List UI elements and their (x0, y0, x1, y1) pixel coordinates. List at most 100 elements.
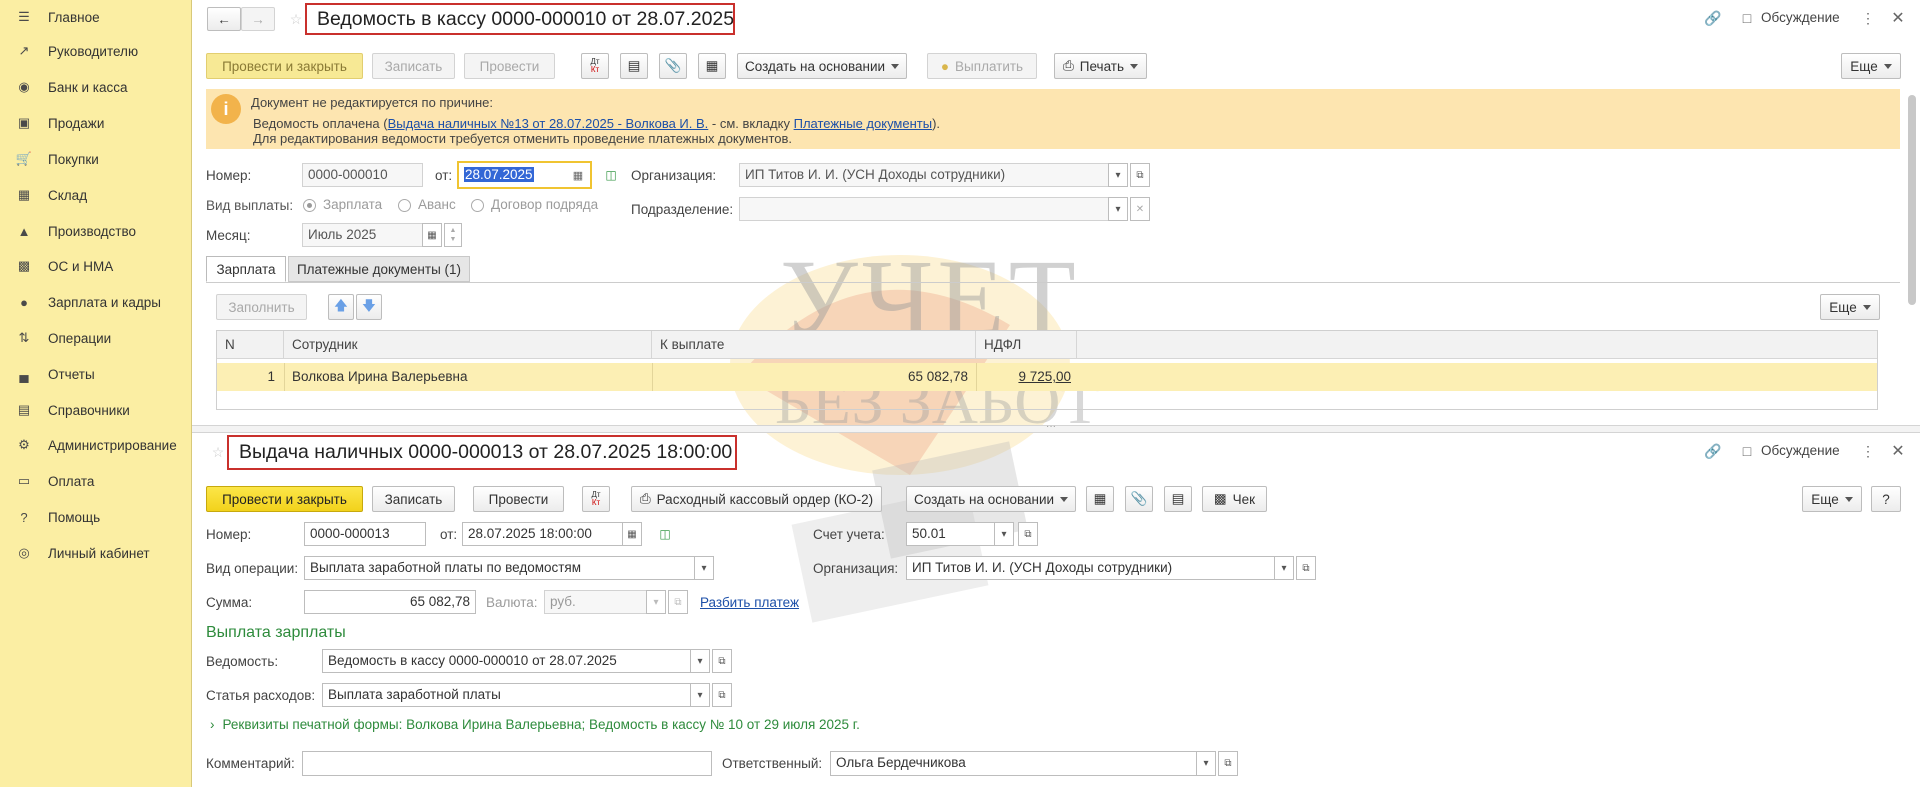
post-button-2[interactable]: Провести (473, 486, 564, 512)
sidebar-item-14[interactable]: ? Помощь (0, 500, 192, 534)
org-open-button[interactable]: ⧉ (1130, 163, 1150, 187)
expense-open-button[interactable]: ⧉ (712, 683, 732, 707)
post-button[interactable]: Провести (464, 53, 555, 79)
calendar-icon[interactable]: ▦ (569, 166, 587, 184)
scrollbar-doc1[interactable] (1908, 95, 1916, 305)
account-open-button[interactable]: ⧉ (1018, 522, 1038, 546)
sidebar-item-1[interactable]: ↗ Руководителю (0, 34, 192, 68)
sidebar-item-9[interactable]: ⇅ Операции (0, 321, 192, 355)
number-field-2[interactable]: 0000-000013 (304, 522, 426, 546)
move-down-button[interactable]: 🡇 (356, 294, 382, 320)
sidebar-item-15[interactable]: ◎ Личный кабинет (0, 536, 192, 570)
expense-field[interactable]: Выплата заработной платы (322, 683, 692, 707)
attach-button[interactable]: 📎 (659, 53, 687, 79)
kebab-menu-icon[interactable]: ⋮ (1860, 8, 1876, 28)
structure-button[interactable]: ▦ (698, 53, 726, 79)
org-field-2[interactable]: ИП Титов И. И. (УСН Доходы сотрудники) (906, 556, 1276, 580)
create-based-button-2[interactable]: Создать на основании (906, 486, 1076, 512)
org-dropdown-button-2[interactable]: ▾ (1274, 556, 1294, 580)
op-type-field[interactable]: Выплата заработной платы по ведомостям (304, 556, 696, 580)
move-up-button[interactable]: 🡅 (328, 294, 354, 320)
sidebar-item-7[interactable]: ▩ ОС и НМА (0, 249, 192, 283)
radio-contract[interactable] (471, 199, 484, 212)
sidebar-item-6[interactable]: ▲ Производство (0, 214, 192, 248)
org-open-button-2[interactable]: ⧉ (1296, 556, 1316, 580)
radio-advance[interactable] (398, 199, 411, 212)
sum-field[interactable]: 65 082,78 (304, 590, 476, 614)
create-based-button[interactable]: Создать на основании (737, 53, 907, 79)
table-more-button[interactable]: Еще (1820, 294, 1880, 320)
report-button[interactable]: ▤ (620, 53, 648, 79)
check-button[interactable]: ▩ Чек (1202, 486, 1267, 512)
responsible-open-button[interactable]: ⧉ (1218, 751, 1238, 776)
tab-payment-docs[interactable]: Платежные документы (1) (288, 256, 470, 282)
comment-field[interactable] (302, 751, 712, 776)
discussion-icon[interactable]: □ (1737, 441, 1757, 461)
col-amount[interactable]: К выплате (652, 331, 976, 359)
payment-docs-tab-link[interactable]: Платежные документы (794, 116, 932, 131)
discussion-icon[interactable]: □ (1737, 8, 1757, 28)
table-row[interactable]: 1 Волкова Ирина Валерьевна 65 082,78 9 7… (217, 363, 1877, 391)
print-button[interactable]: ⎙ Печать (1054, 53, 1147, 79)
star-icon[interactable]: ☆ (286, 8, 306, 30)
currency-open-button[interactable]: ⧉ (668, 590, 688, 614)
discussion-button-2[interactable]: Обсуждение (1761, 443, 1840, 458)
expense-dropdown-button[interactable]: ▾ (690, 683, 710, 707)
date-field-2[interactable]: 28.07.2025 18:00:00 (462, 522, 624, 546)
star-icon[interactable]: ☆ (208, 441, 228, 463)
report-button-2[interactable]: ▤ (1164, 486, 1192, 512)
statement-open-button[interactable]: ⧉ (712, 649, 732, 673)
panel-splitter[interactable] (192, 425, 1920, 433)
dept-dropdown-button[interactable]: ▾ (1108, 197, 1128, 221)
account-dropdown-button[interactable]: ▾ (994, 522, 1014, 546)
help-button[interactable]: ? (1871, 486, 1901, 512)
save-button[interactable]: Записать (372, 53, 455, 79)
statement-field[interactable]: Ведомость в кассу 0000-000010 от 28.07.2… (322, 649, 692, 673)
month-calendar-button[interactable]: ▦ (422, 223, 442, 247)
responsible-dropdown-button[interactable]: ▾ (1196, 751, 1216, 776)
number-field[interactable]: 0000-000010 (302, 163, 423, 187)
save-button-2[interactable]: Записать (372, 486, 455, 512)
history-icon[interactable]: ◫ (655, 525, 675, 543)
tab-salary[interactable]: Зарплата (206, 256, 286, 282)
split-payment-link[interactable]: Разбить платеж (700, 595, 799, 610)
sidebar-item-11[interactable]: ▤ Справочники (0, 393, 192, 427)
ko2-button[interactable]: ⎙ Расходный кассовый ордер (КО-2) (631, 486, 882, 512)
post-close-button[interactable]: Провести и закрыть (206, 53, 363, 79)
payment-doc-link[interactable]: Выдача наличных №13 от 28.07.2025 - Волк… (388, 116, 709, 131)
structure-button-2[interactable]: ▦ (1086, 486, 1114, 512)
op-type-dropdown-button[interactable]: ▾ (694, 556, 714, 580)
close-icon[interactable]: ✕ (1888, 8, 1908, 28)
post-close-button-2[interactable]: Провести и закрыть (206, 486, 363, 512)
print-details-toggle[interactable]: › Реквизиты печатной формы: Волкова Ирина… (210, 717, 860, 732)
sidebar-item-12[interactable]: ⚙ Администрирование (0, 428, 192, 462)
currency-field[interactable]: руб. (544, 590, 648, 614)
account-field[interactable]: 50.01 (906, 522, 996, 546)
kebab-menu-icon[interactable]: ⋮ (1860, 441, 1876, 461)
sidebar-item-13[interactable]: ▭ Оплата (0, 464, 192, 498)
sidebar-item-3[interactable]: ▣ Продажи (0, 106, 192, 140)
dept-clear-button[interactable]: ✕ (1130, 197, 1150, 221)
discussion-button[interactable]: Обсуждение (1761, 10, 1840, 25)
sidebar-item-10[interactable]: ▄ Отчеты (0, 357, 192, 391)
more-button[interactable]: Еще (1841, 53, 1901, 79)
link-icon[interactable]: 🔗 (1703, 441, 1723, 461)
currency-dropdown-button[interactable]: ▾ (646, 590, 666, 614)
sidebar-item-2[interactable]: ◉ Банк и касса (0, 70, 192, 104)
month-field[interactable]: Июль 2025 (302, 223, 423, 247)
sidebar-item-4[interactable]: 🛒 Покупки (0, 142, 192, 176)
col-n[interactable]: N (217, 331, 284, 359)
close-icon[interactable]: ✕ (1888, 441, 1908, 461)
back-button[interactable]: ← (207, 7, 241, 31)
more-button-2[interactable]: Еще (1802, 486, 1862, 512)
sidebar-item-0[interactable]: ☰ Главное (0, 0, 192, 34)
month-stepper[interactable]: ▲ ▼ (444, 223, 462, 247)
fill-button[interactable]: Заполнить (216, 294, 307, 320)
statement-dropdown-button[interactable]: ▾ (690, 649, 710, 673)
col-employee[interactable]: Сотрудник (284, 331, 652, 359)
date-calendar-button-2[interactable]: ▦ (622, 522, 642, 546)
history-icon[interactable]: ◫ (601, 166, 621, 184)
sidebar-item-5[interactable]: ▦ Склад (0, 178, 192, 212)
col-ndfl[interactable]: НДФЛ (976, 331, 1077, 359)
org-field[interactable]: ИП Титов И. И. (УСН Доходы сотрудники) (739, 163, 1111, 187)
